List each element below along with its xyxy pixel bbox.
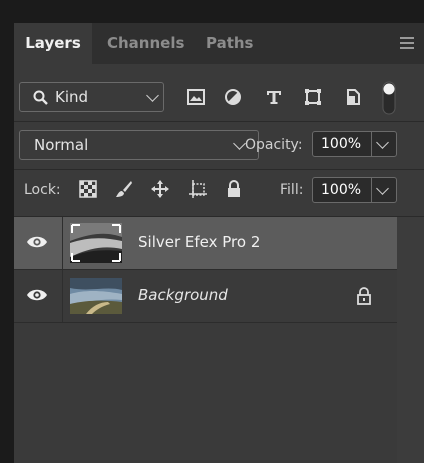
panel-tab-bar: Layers Channels Paths: [14, 23, 424, 64]
filter-toggle-icon[interactable]: [382, 81, 396, 115]
lock-all-icon[interactable]: [224, 179, 244, 199]
layer-row-background[interactable]: Background: [14, 270, 397, 322]
fill-value: 100%: [321, 182, 362, 198]
layer-thumbnail[interactable]: [70, 223, 122, 263]
smart-object-filter-icon[interactable]: [343, 87, 363, 107]
visibility-eye-icon[interactable]: [26, 233, 48, 251]
divider: [62, 270, 63, 322]
chevron-down-icon[interactable]: [376, 182, 389, 195]
type-filter-icon[interactable]: [264, 87, 284, 107]
search-icon: [33, 90, 48, 105]
lock-label: Lock:: [24, 182, 61, 198]
layers-panel: Layers Channels Paths Kind Normal Opacit…: [14, 23, 424, 463]
fill-field[interactable]: 100%: [312, 177, 397, 203]
chevron-down-icon[interactable]: [376, 136, 389, 149]
opacity-field[interactable]: 100%: [312, 131, 397, 157]
divider: [14, 121, 424, 122]
lock-artboard-icon[interactable]: [188, 179, 208, 199]
image-filter-icon[interactable]: [186, 87, 206, 107]
layers-scroll-area[interactable]: [397, 217, 424, 463]
layer-name[interactable]: Silver Efex Pro 2: [138, 233, 260, 251]
blend-mode-select[interactable]: Normal: [19, 130, 259, 160]
opacity-label: Opacity:: [245, 137, 303, 153]
layer-name[interactable]: Background: [138, 286, 228, 304]
divider: [14, 322, 397, 323]
lock-transparent-pixels-icon[interactable]: [78, 179, 98, 199]
chevron-down-icon: [233, 137, 246, 150]
tab-paths[interactable]: Paths: [206, 23, 254, 64]
lock-image-pixels-icon[interactable]: [114, 179, 134, 199]
opacity-value: 100%: [321, 136, 362, 152]
divider: [62, 217, 63, 269]
layer-row-silver-efex[interactable]: Silver Efex Pro 2: [14, 217, 397, 269]
fill-label: Fill:: [280, 182, 304, 198]
chevron-down-icon: [146, 89, 159, 102]
divider: [371, 132, 372, 156]
adjustment-filter-icon[interactable]: [223, 87, 243, 107]
divider: [14, 169, 424, 170]
tab-channels[interactable]: Channels: [107, 23, 184, 64]
divider: [371, 178, 372, 202]
layer-lock-icon[interactable]: [356, 287, 372, 305]
filter-kind-label: Kind: [55, 88, 89, 106]
tab-layers[interactable]: Layers: [14, 23, 92, 64]
visibility-eye-icon[interactable]: [26, 286, 48, 304]
lock-position-icon[interactable]: [150, 179, 170, 199]
panel-menu-icon[interactable]: [400, 37, 414, 49]
filter-type-select[interactable]: Kind: [19, 82, 164, 112]
blend-mode-label: Normal: [34, 136, 89, 154]
layer-thumbnail[interactable]: [70, 278, 122, 314]
shape-filter-icon[interactable]: [303, 87, 323, 107]
